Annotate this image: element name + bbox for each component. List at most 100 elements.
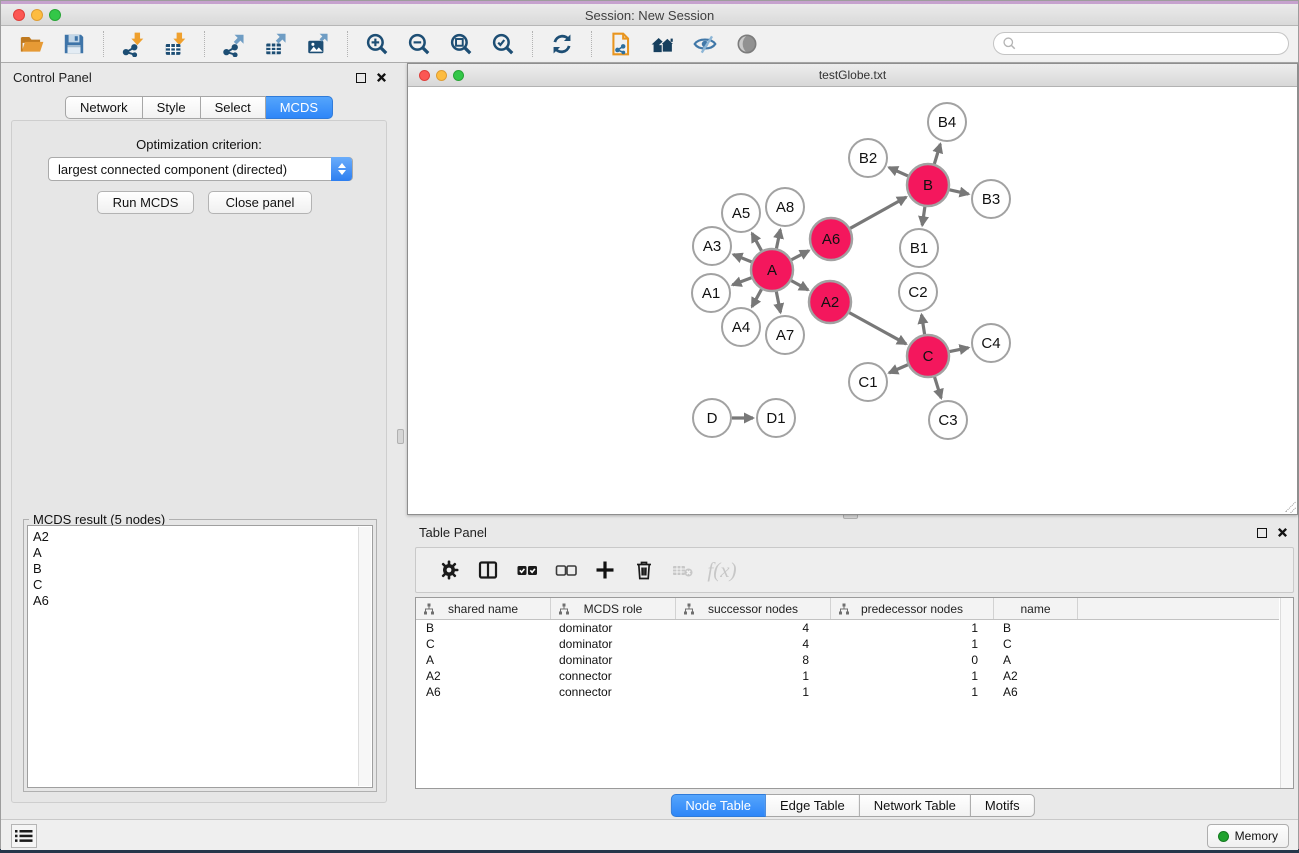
tab-network[interactable]: Network <box>65 96 143 119</box>
table-row[interactable]: Cdominator41C <box>416 636 1279 652</box>
edge-A-A1[interactable] <box>733 278 752 285</box>
table-cell[interactable]: 4 <box>676 637 831 651</box>
column-header-predecessor-nodes[interactable]: predecessor nodes <box>831 598 994 619</box>
edge-A6-B[interactable] <box>850 197 906 228</box>
table-cell[interactable]: 1 <box>831 685 994 699</box>
edge-C-C4[interactable] <box>950 348 969 352</box>
node-A[interactable]: A <box>751 249 793 291</box>
node-A6[interactable]: A6 <box>810 218 852 260</box>
node-B2[interactable]: B2 <box>849 139 887 177</box>
table-row[interactable]: A6connector11A6 <box>416 684 1279 700</box>
node-B1[interactable]: B1 <box>900 229 938 267</box>
add-column-button[interactable] <box>588 555 622 585</box>
table-cell[interactable]: 8 <box>676 653 831 667</box>
deselect-all-rows-button[interactable] <box>549 555 583 585</box>
export-table-button[interactable] <box>261 29 291 59</box>
tab-edge-table[interactable]: Edge Table <box>766 794 860 817</box>
node-A4[interactable]: A4 <box>722 308 760 346</box>
column-header-successor-nodes[interactable]: successor nodes <box>676 598 831 619</box>
node-B3[interactable]: B3 <box>972 180 1010 218</box>
memory-button[interactable]: Memory <box>1207 824 1289 848</box>
node-C2[interactable]: C2 <box>899 273 937 311</box>
split-divider-grip-vertical[interactable] <box>397 429 404 444</box>
node-A7[interactable]: A7 <box>766 316 804 354</box>
node-C3[interactable]: C3 <box>929 401 967 439</box>
search-input[interactable] <box>1017 37 1288 51</box>
table-cell[interactable]: dominator <box>551 621 676 635</box>
table-cell[interactable]: dominator <box>551 653 676 667</box>
zoom-in-button[interactable] <box>362 29 392 59</box>
table-cell[interactable]: connector <box>551 685 676 699</box>
table-cell[interactable]: A <box>994 653 1078 667</box>
import-network-button[interactable] <box>118 29 148 59</box>
edge-A2-C[interactable] <box>849 313 906 344</box>
hide-selected-button[interactable] <box>690 29 720 59</box>
edge-A-A4[interactable] <box>752 289 762 306</box>
float-panel-icon[interactable] <box>356 73 366 83</box>
search-box[interactable] <box>993 32 1289 55</box>
edge-B-B1[interactable] <box>922 207 925 225</box>
table-cell[interactable]: 1 <box>831 621 994 635</box>
tab-style[interactable]: Style <box>143 96 201 119</box>
node-A1[interactable]: A1 <box>692 274 730 312</box>
select-all-rows-button[interactable] <box>510 555 544 585</box>
resize-grip-icon[interactable] <box>1280 497 1296 513</box>
refresh-layout-button[interactable] <box>547 29 577 59</box>
node-A5[interactable]: A5 <box>722 194 760 232</box>
node-C4[interactable]: C4 <box>972 324 1010 362</box>
table-row[interactable]: Adominator80A <box>416 652 1279 668</box>
tab-mcds[interactable]: MCDS <box>266 96 333 119</box>
table-cell[interactable]: 0 <box>831 653 994 667</box>
table-cell[interactable]: C <box>416 637 551 651</box>
node-A2[interactable]: A2 <box>809 281 851 323</box>
table-cell[interactable]: B <box>416 621 551 635</box>
mcds-list-scrollbar[interactable] <box>358 527 371 786</box>
run-mcds-button[interactable]: Run MCDS <box>97 191 194 214</box>
delete-column-button[interactable] <box>627 555 661 585</box>
mcds-result-item[interactable]: C <box>33 577 372 593</box>
node-A3[interactable]: A3 <box>693 227 731 265</box>
edge-B-B2[interactable] <box>889 167 908 176</box>
column-header-shared-name[interactable]: shared name <box>416 598 551 619</box>
node-B[interactable]: B <box>907 164 949 206</box>
table-scrollbar[interactable] <box>1280 598 1293 788</box>
open-session-button[interactable] <box>17 29 47 59</box>
table-cell[interactable]: A6 <box>994 685 1078 699</box>
close-panel-button[interactable]: Close panel <box>208 191 312 214</box>
table-cell[interactable]: A6 <box>416 685 551 699</box>
table-cell[interactable]: C <box>994 637 1078 651</box>
edge-A-A3[interactable] <box>733 255 751 262</box>
node-A8[interactable]: A8 <box>766 188 804 226</box>
node-C[interactable]: C <box>907 335 949 377</box>
column-header-name[interactable]: name <box>994 598 1078 619</box>
tab-motifs[interactable]: Motifs <box>971 794 1035 817</box>
table-cell[interactable]: 1 <box>831 637 994 651</box>
import-table-button[interactable] <box>160 29 190 59</box>
network-window-titlebar[interactable]: testGlobe.txt <box>408 64 1297 87</box>
zoom-fit-button[interactable] <box>446 29 476 59</box>
node-D[interactable]: D <box>693 399 731 437</box>
tab-network-table[interactable]: Network Table <box>860 794 971 817</box>
table-cell[interactable]: A <box>416 653 551 667</box>
edge-A-A8[interactable] <box>776 230 780 249</box>
table-cell[interactable]: 1 <box>676 685 831 699</box>
mcds-result-item[interactable]: A <box>33 545 372 561</box>
close-panel-icon[interactable] <box>376 72 387 83</box>
edge-A-A5[interactable] <box>752 233 762 250</box>
export-image-button[interactable] <box>303 29 333 59</box>
mcds-result-item[interactable]: A2 <box>33 529 372 545</box>
task-history-button[interactable] <box>11 824 37 848</box>
zoom-selected-button[interactable] <box>488 29 518 59</box>
edge-A-A2[interactable] <box>791 281 808 290</box>
table-cell[interactable]: A2 <box>416 669 551 683</box>
table-cell[interactable]: A2 <box>994 669 1078 683</box>
edge-C-C3[interactable] <box>935 377 942 398</box>
mcds-result-item[interactable]: A6 <box>33 593 372 609</box>
table-cell[interactable]: 4 <box>676 621 831 635</box>
column-header-MCDS-role[interactable]: MCDS role <box>551 598 676 619</box>
edge-B-B3[interactable] <box>949 190 968 194</box>
node-B4[interactable]: B4 <box>928 103 966 141</box>
show-columns-button[interactable] <box>471 555 505 585</box>
new-network-from-selection-button[interactable] <box>606 29 636 59</box>
table-row[interactable]: A2connector11A2 <box>416 668 1279 684</box>
